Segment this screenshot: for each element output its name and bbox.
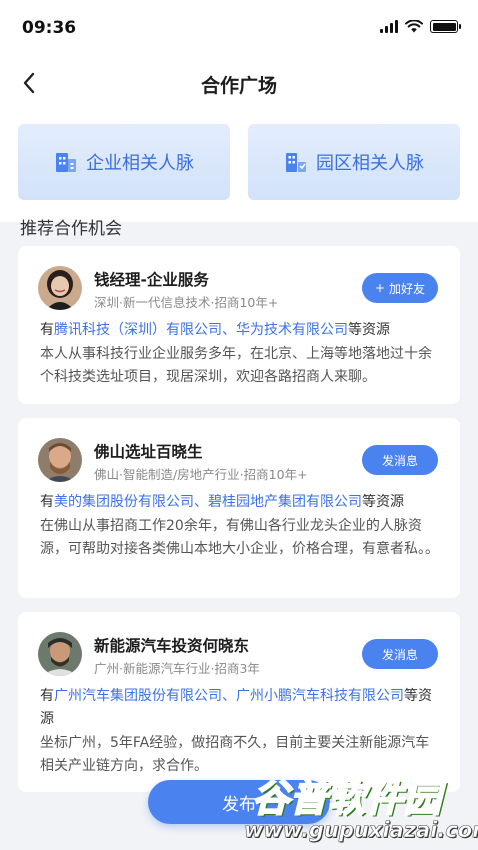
contact-name: 钱经理-企业服务 [94,271,209,289]
entry-label: 园区相关人脉 [316,153,424,174]
button-label: 加好友 [389,281,426,296]
section-title: 推荐合作机会 [20,219,122,239]
building-icon [56,153,76,172]
nav-bar: 合作广场 [0,58,478,110]
opportunity-card[interactable]: 新能源汽车投资何晓东 广州·新能源汽车行业·招商3年 发消息 有广州汽车集团股份… [18,612,460,792]
status-time: 09:36 [22,18,77,38]
entry-section: 企业相关人脉 园区相关人脉 [0,110,478,222]
enterprise-contacts-button[interactable]: 企业相关人脉 [18,124,230,200]
company-links[interactable]: 美的集团股份有限公司、碧桂园地产集团有限公司 [54,494,362,510]
opportunity-card[interactable]: 佛山选址百晓生 佛山·智能制造/房地产行业·招商10年+ 发消息 有美的集团股份… [18,418,460,598]
plus-icon: + [374,281,386,295]
avatar [38,266,82,310]
contact-description: 在佛山从事招商工作20余年，有佛山各行业龙头企业的人脉资源，可帮助对接各类佛山本… [40,518,439,557]
resource-line: 有腾讯科技（深圳）有限公司、华为技术有限公司等资源 [40,322,390,338]
send-message-button[interactable]: 发消息 [362,445,438,475]
send-message-button[interactable]: 发消息 [362,639,438,669]
company-links[interactable]: 广州汽车集团股份有限公司、广州小鹏汽车科技有限公司 [54,688,404,704]
add-friend-button[interactable]: + 加好友 [362,273,438,303]
resource-line: 有广州汽车集团股份有限公司、广州小鹏汽车科技有限公司等资源 [40,688,432,727]
status-bar: 09:36 [0,0,478,58]
contact-name: 新能源汽车投资何晓东 [94,637,250,655]
signal-icon [380,20,398,33]
avatar [38,632,82,676]
wifi-icon [405,20,423,33]
avatar [38,438,82,482]
park-contacts-button[interactable]: 园区相关人脉 [248,124,460,200]
contact-description: 坐标广州，5年FA经验，做招商不久，目前主要关注新能源汽车相关产业链方向，求合作… [40,735,430,774]
park-icon [286,153,306,172]
button-label: 发消息 [381,453,418,468]
page-title: 合作广场 [200,75,277,97]
contact-name: 佛山选址百晓生 [94,443,203,461]
contact-meta: 广州·新能源汽车行业·招商3年 [94,661,260,676]
contact-meta: 佛山·智能制造/房地产行业·招商10年+ [94,467,308,482]
battery-icon [430,20,461,33]
publish-button[interactable]: 发布 [148,780,330,824]
opportunity-card[interactable]: 钱经理-企业服务 深圳·新一代信息技术·招商10年+ + 加好友 有腾讯科技（深… [18,246,460,404]
resource-line: 有美的集团股份有限公司、碧桂园地产集团有限公司等资源 [40,494,404,510]
company-links[interactable]: 腾讯科技（深圳）有限公司、华为技术有限公司 [54,322,348,338]
button-label: 发消息 [381,647,418,662]
status-icons [380,20,461,33]
entry-label: 企业相关人脉 [86,153,194,174]
contact-description: 本人从事科技行业企业服务多年，在北京、上海等地落地过十余个科技类选址项目，现居深… [40,346,432,385]
contact-meta: 深圳·新一代信息技术·招商10年+ [94,295,279,310]
